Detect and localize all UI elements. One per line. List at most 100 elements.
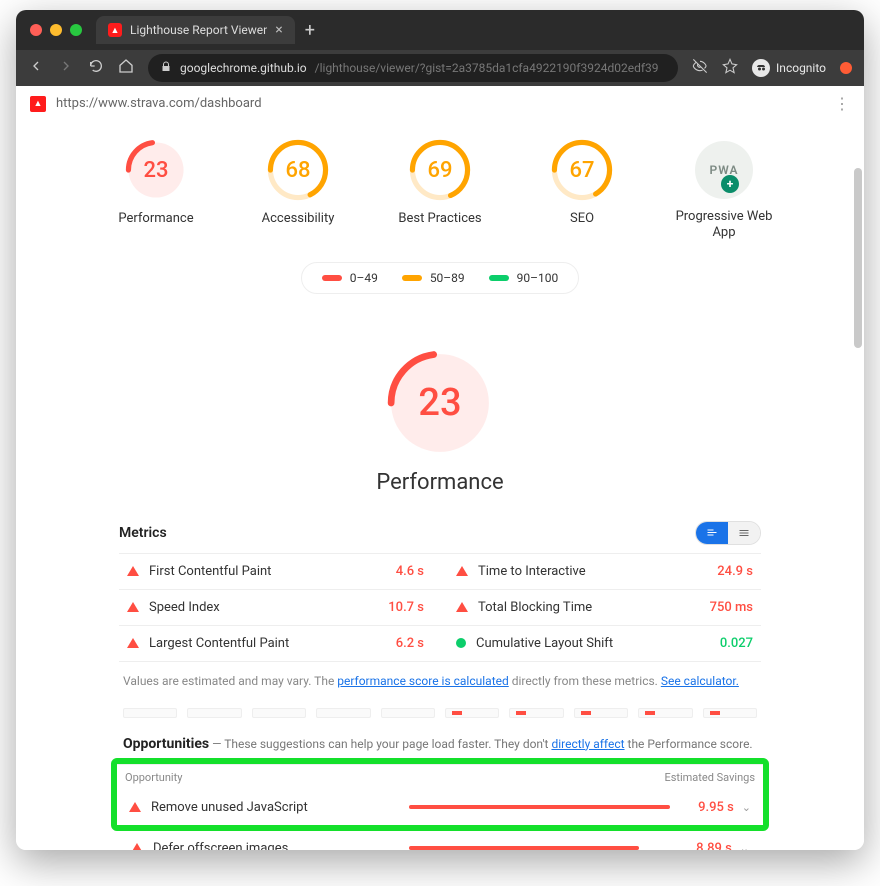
big-gauge-label: Performance xyxy=(376,470,503,495)
metrics-view-toggle[interactable] xyxy=(695,521,761,545)
screenshot-thumb[interactable] xyxy=(123,708,177,718)
opportunities-heading: Opportunities — These suggestions can he… xyxy=(119,730,761,758)
scrollbar-thumb[interactable] xyxy=(854,168,862,348)
pwa-badge-icon: PWA + xyxy=(695,141,753,199)
lock-icon xyxy=(160,61,172,76)
legend-mid: 50–89 xyxy=(402,271,465,285)
score-legend: 0–49 50–89 90–100 xyxy=(16,262,864,294)
close-tab-icon[interactable]: × xyxy=(275,22,282,38)
score-pwa[interactable]: PWA + Progressive Web App xyxy=(674,139,774,242)
lighthouse-icon: ▲ xyxy=(30,96,46,112)
legend-low: 0–49 xyxy=(322,271,378,285)
metric-name: Cumulative Layout Shift xyxy=(476,636,613,651)
tab-title: Lighthouse Report Viewer xyxy=(130,23,267,37)
big-gauge-value: 23 xyxy=(385,348,495,458)
metric-row[interactable]: Cumulative Layout Shift 0.027 xyxy=(440,625,761,661)
score-best-practices[interactable]: 69 Best Practices xyxy=(390,139,490,242)
metric-value: 750 ms xyxy=(710,600,753,615)
legend-high: 90–100 xyxy=(489,271,559,285)
metric-row[interactable]: Total Blocking Time 750 ms xyxy=(440,589,761,625)
screenshot-thumb[interactable] xyxy=(187,708,241,718)
maximize-window-button[interactable] xyxy=(70,24,82,36)
score-gauges-row: 23 Performance 68 Accessibility xyxy=(16,121,864,248)
savings-bar xyxy=(409,805,670,809)
minimize-window-button[interactable] xyxy=(50,24,62,36)
screenshot-thumb[interactable] xyxy=(509,708,563,718)
screenshot-thumb[interactable] xyxy=(638,708,692,718)
triangle-red-icon xyxy=(127,566,139,576)
performance-summary: 23 Performance xyxy=(16,322,864,503)
metric-value: 10.7 s xyxy=(388,600,424,615)
opportunity-row[interactable]: Remove unused JavaScript 9.95 s ⌄ xyxy=(117,790,763,825)
score-accessibility[interactable]: 68 Accessibility xyxy=(248,139,348,242)
link-see-calculator[interactable]: See calculator. xyxy=(661,674,739,688)
browser-toolbar: googlechrome.github.io/lighthouse/viewer… xyxy=(16,50,864,86)
tab-strip: ▲ Lighthouse Report Viewer × + xyxy=(16,10,864,50)
score-seo[interactable]: 67 SEO xyxy=(532,139,632,242)
eye-off-icon[interactable] xyxy=(692,58,708,78)
home-button[interactable] xyxy=(118,58,134,78)
link-score-calculated[interactable]: performance score is calculated xyxy=(337,674,508,688)
screenshot-thumb[interactable] xyxy=(252,708,306,718)
plus-icon: + xyxy=(721,175,739,193)
incognito-indicator[interactable]: Incognito xyxy=(752,59,826,77)
chevron-down-icon[interactable]: ⌄ xyxy=(740,842,749,851)
triangle-red-icon xyxy=(127,602,139,612)
screenshot-thumb[interactable] xyxy=(574,708,628,718)
view-compact-button[interactable] xyxy=(728,522,760,544)
opportunity-name: Remove unused JavaScript xyxy=(151,800,308,815)
report-url-bar: ▲ https://www.strava.com/dashboard ⋮ xyxy=(16,86,864,121)
score-label: Best Practices xyxy=(398,211,481,227)
metric-name: Speed Index xyxy=(149,600,220,615)
triangle-red-icon xyxy=(129,802,141,812)
page-content: ▲ https://www.strava.com/dashboard ⋮ 23 … xyxy=(16,86,864,850)
opportunity-name: Defer offscreen images xyxy=(153,841,288,851)
metric-name: Largest Contentful Paint xyxy=(149,636,289,651)
close-window-button[interactable] xyxy=(30,24,42,36)
score-label: Performance xyxy=(118,211,193,227)
metric-name: First Contentful Paint xyxy=(149,564,271,579)
opportunity-value: 8.89 s xyxy=(668,841,732,851)
metric-row[interactable]: Time to Interactive24.9 s xyxy=(440,553,761,589)
metric-name: Total Blocking Time xyxy=(478,600,592,615)
url-path: /lighthouse/viewer/?gist=2a3785da1cfa492… xyxy=(315,61,659,75)
bookmark-star-icon[interactable] xyxy=(722,58,738,78)
metric-row[interactable]: Speed Index 10.7 s xyxy=(119,589,440,625)
forward-button[interactable] xyxy=(58,58,74,78)
favicon-lighthouse-icon: ▲ xyxy=(108,23,122,37)
opportunity-value: 9.95 s xyxy=(670,800,734,815)
triangle-red-icon xyxy=(456,566,468,576)
report-menu-button[interactable]: ⋮ xyxy=(834,94,850,113)
back-button[interactable] xyxy=(28,58,44,78)
circle-green-icon xyxy=(456,638,466,648)
extension-badge-icon[interactable] xyxy=(840,62,852,74)
browser-tab-lighthouse[interactable]: ▲ Lighthouse Report Viewer × xyxy=(96,16,295,44)
triangle-red-icon xyxy=(131,843,143,850)
metric-value: 0.027 xyxy=(720,636,753,651)
screenshot-thumb[interactable] xyxy=(445,708,499,718)
link-directly-affect[interactable]: directly affect xyxy=(551,737,624,751)
screenshot-thumb[interactable] xyxy=(381,708,435,718)
metric-row[interactable]: First Contentful Paint4.6 s xyxy=(119,553,440,589)
metric-name: Time to Interactive xyxy=(478,564,586,579)
metrics-disclaimer: Values are estimated and may vary. The p… xyxy=(119,661,761,700)
score-value: 68 xyxy=(267,139,329,201)
savings-bar xyxy=(409,846,639,850)
report-url: https://www.strava.com/dashboard xyxy=(56,96,262,111)
triangle-red-icon xyxy=(456,602,468,612)
chevron-down-icon[interactable]: ⌄ xyxy=(742,801,751,814)
screenshot-thumb[interactable] xyxy=(316,708,370,718)
screenshot-thumb[interactable] xyxy=(703,708,757,718)
incognito-label: Incognito xyxy=(776,61,826,75)
metric-value: 6.2 s xyxy=(396,636,424,651)
new-tab-button[interactable]: + xyxy=(305,20,315,41)
view-expanded-button[interactable] xyxy=(696,522,728,544)
browser-window: ▲ Lighthouse Report Viewer × + googlechr… xyxy=(16,10,864,850)
metric-row[interactable]: Largest Contentful Paint 6.2 s xyxy=(119,625,440,661)
reload-button[interactable] xyxy=(88,58,104,78)
col-savings: Estimated Savings xyxy=(664,771,755,784)
opportunities-columns: OpportunityEstimated Savings xyxy=(117,764,763,790)
opportunity-row[interactable]: Defer offscreen images 8.89 s ⌄ xyxy=(119,831,761,851)
score-performance[interactable]: 23 Performance xyxy=(106,139,206,242)
address-bar[interactable]: googlechrome.github.io/lighthouse/viewer… xyxy=(148,54,678,82)
